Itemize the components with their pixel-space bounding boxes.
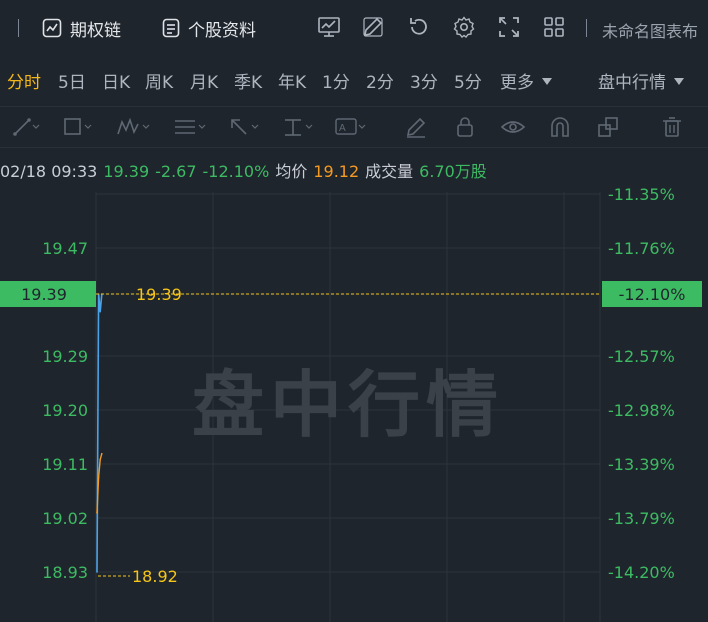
intraday-dropdown-label: 盘中行情 [598,73,666,93]
period-tab-yearly[interactable]: 年K [278,68,306,93]
intraday-dropdown[interactable]: 盘中行情 [598,68,684,93]
y-tick-label-right: -13.39% [608,455,675,474]
chevron-down-icon [674,78,684,85]
low-price-annotation: 18.92 [132,567,178,586]
quote-change-pct: -12.10% [202,162,270,181]
period-selector: 分时 5日 日K 周K 月K 季K 年K 1分 2分 3分 5分 更多 盘中行情 [0,62,708,98]
indicator-chart-icon[interactable] [317,15,341,39]
intraday-chart[interactable]: 盘中行情 19.47 19.29 19.20 19.11 19.02 18.93 -11.… [0,184,708,622]
y-tick-label-left: 19.20 [42,401,88,420]
volume-value: 6.70万股 [419,162,487,181]
y-tick-label-right: -13.79% [608,509,675,528]
high-price-annotation: 19.39 [136,285,182,304]
price-series-line [96,293,103,573]
y-tick-label-left: 19.47 [42,239,88,258]
period-tab-weekly[interactable]: 周K [145,68,173,93]
rectangle-tool-icon[interactable] [62,116,92,138]
text-tool-icon[interactable]: A [334,116,366,138]
avg-price-point [101,452,103,455]
chevron-down-icon [542,78,552,85]
trash-icon[interactable] [660,116,688,138]
y-tick-label-right: -12.98% [608,401,675,420]
avg-price-point [96,512,98,514]
quote-change: -2.67 [155,162,197,181]
top-toolbar: 期权链 个股资料 未命名图表布 [0,0,708,56]
avg-price-point [97,476,100,479]
options-chain-button[interactable]: 期权链 [42,14,121,42]
current-pct-tag-label: -12.10% [619,285,686,304]
svg-text:A: A [339,123,346,134]
price-point [96,571,98,573]
period-tab-1min[interactable]: 1分 [322,68,350,93]
volume-label: 成交量 [365,162,414,181]
drawing-toolbar: A [0,106,708,148]
y-axis-right: -11.35% -11.76% -12.57% -12.98% -13.39% -13.7… [608,185,675,582]
quote-price: 19.39 [103,162,150,181]
pattern-tool-icon[interactable] [116,116,150,138]
avg-price-value: 19.12 [313,162,360,181]
period-more-dropdown[interactable]: 更多 [500,68,552,93]
y-tick-label-right: -14.20% [608,563,675,582]
quote-datetime: 02/18 09:33 [0,162,98,181]
period-tab-3min[interactable]: 3分 [410,68,438,93]
chart-series [96,293,103,573]
document-icon [162,18,180,38]
avg-price-label: 均价 [275,162,308,181]
grid-layout-icon[interactable] [542,15,566,39]
period-tab-2min[interactable]: 2分 [366,68,394,93]
eye-icon[interactable] [500,116,528,138]
magnet-icon[interactable] [548,116,576,138]
y-tick-label-left: 19.02 [42,509,88,528]
stock-info-label: 个股资料 [188,20,256,41]
toolbar-divider [18,19,19,37]
options-chain-label: 期权链 [70,20,121,41]
arrow-tool-icon[interactable] [228,116,259,138]
current-price-tag-label: 19.39 [21,285,67,304]
period-tab-5min[interactable]: 5分 [454,68,482,93]
y-tick-label-right: -12.57% [608,347,675,366]
fullscreen-icon[interactable] [497,15,521,39]
gear-icon[interactable] [452,15,476,39]
y-tick-label-right: -11.76% [608,239,675,258]
untitled-layout-button[interactable]: 未命名图表布 [602,18,698,42]
period-more-label: 更多 [500,73,534,93]
layers-icon[interactable] [596,116,624,138]
period-tab-5day[interactable]: 5日 [58,68,86,93]
stock-info-button[interactable]: 个股资料 [162,14,256,42]
toolbar-divider [586,19,587,37]
period-tab-intraday[interactable]: 分时 [7,68,41,93]
pencil-icon[interactable] [404,116,432,138]
chart-box-icon [42,18,62,38]
period-tab-monthly[interactable]: 月K [190,68,218,93]
lock-icon[interactable] [454,116,482,138]
quote-info-line: 02/18 09:33 19.39 -2.67 -12.10% 均价 19.12 成交量 6.… [0,158,493,182]
fibonacci-tool-icon[interactable] [173,116,206,138]
trend-line-icon[interactable] [12,116,40,138]
price-range-icon[interactable] [282,116,313,138]
chart-watermark: 盘中行情 [192,363,504,447]
y-tick-label-left: 19.11 [42,455,88,474]
price-point [99,310,101,313]
y-tick-label-left: 19.29 [42,347,88,366]
edit-icon[interactable] [361,15,385,39]
refresh-icon[interactable] [407,15,431,39]
period-tab-daily[interactable]: 日K [102,68,130,93]
period-tab-quarterly[interactable]: 季K [234,68,262,93]
y-tick-label-left: 18.93 [42,563,88,582]
y-tick-label-right: -11.35% [608,185,675,204]
avg-price-point [99,458,101,461]
